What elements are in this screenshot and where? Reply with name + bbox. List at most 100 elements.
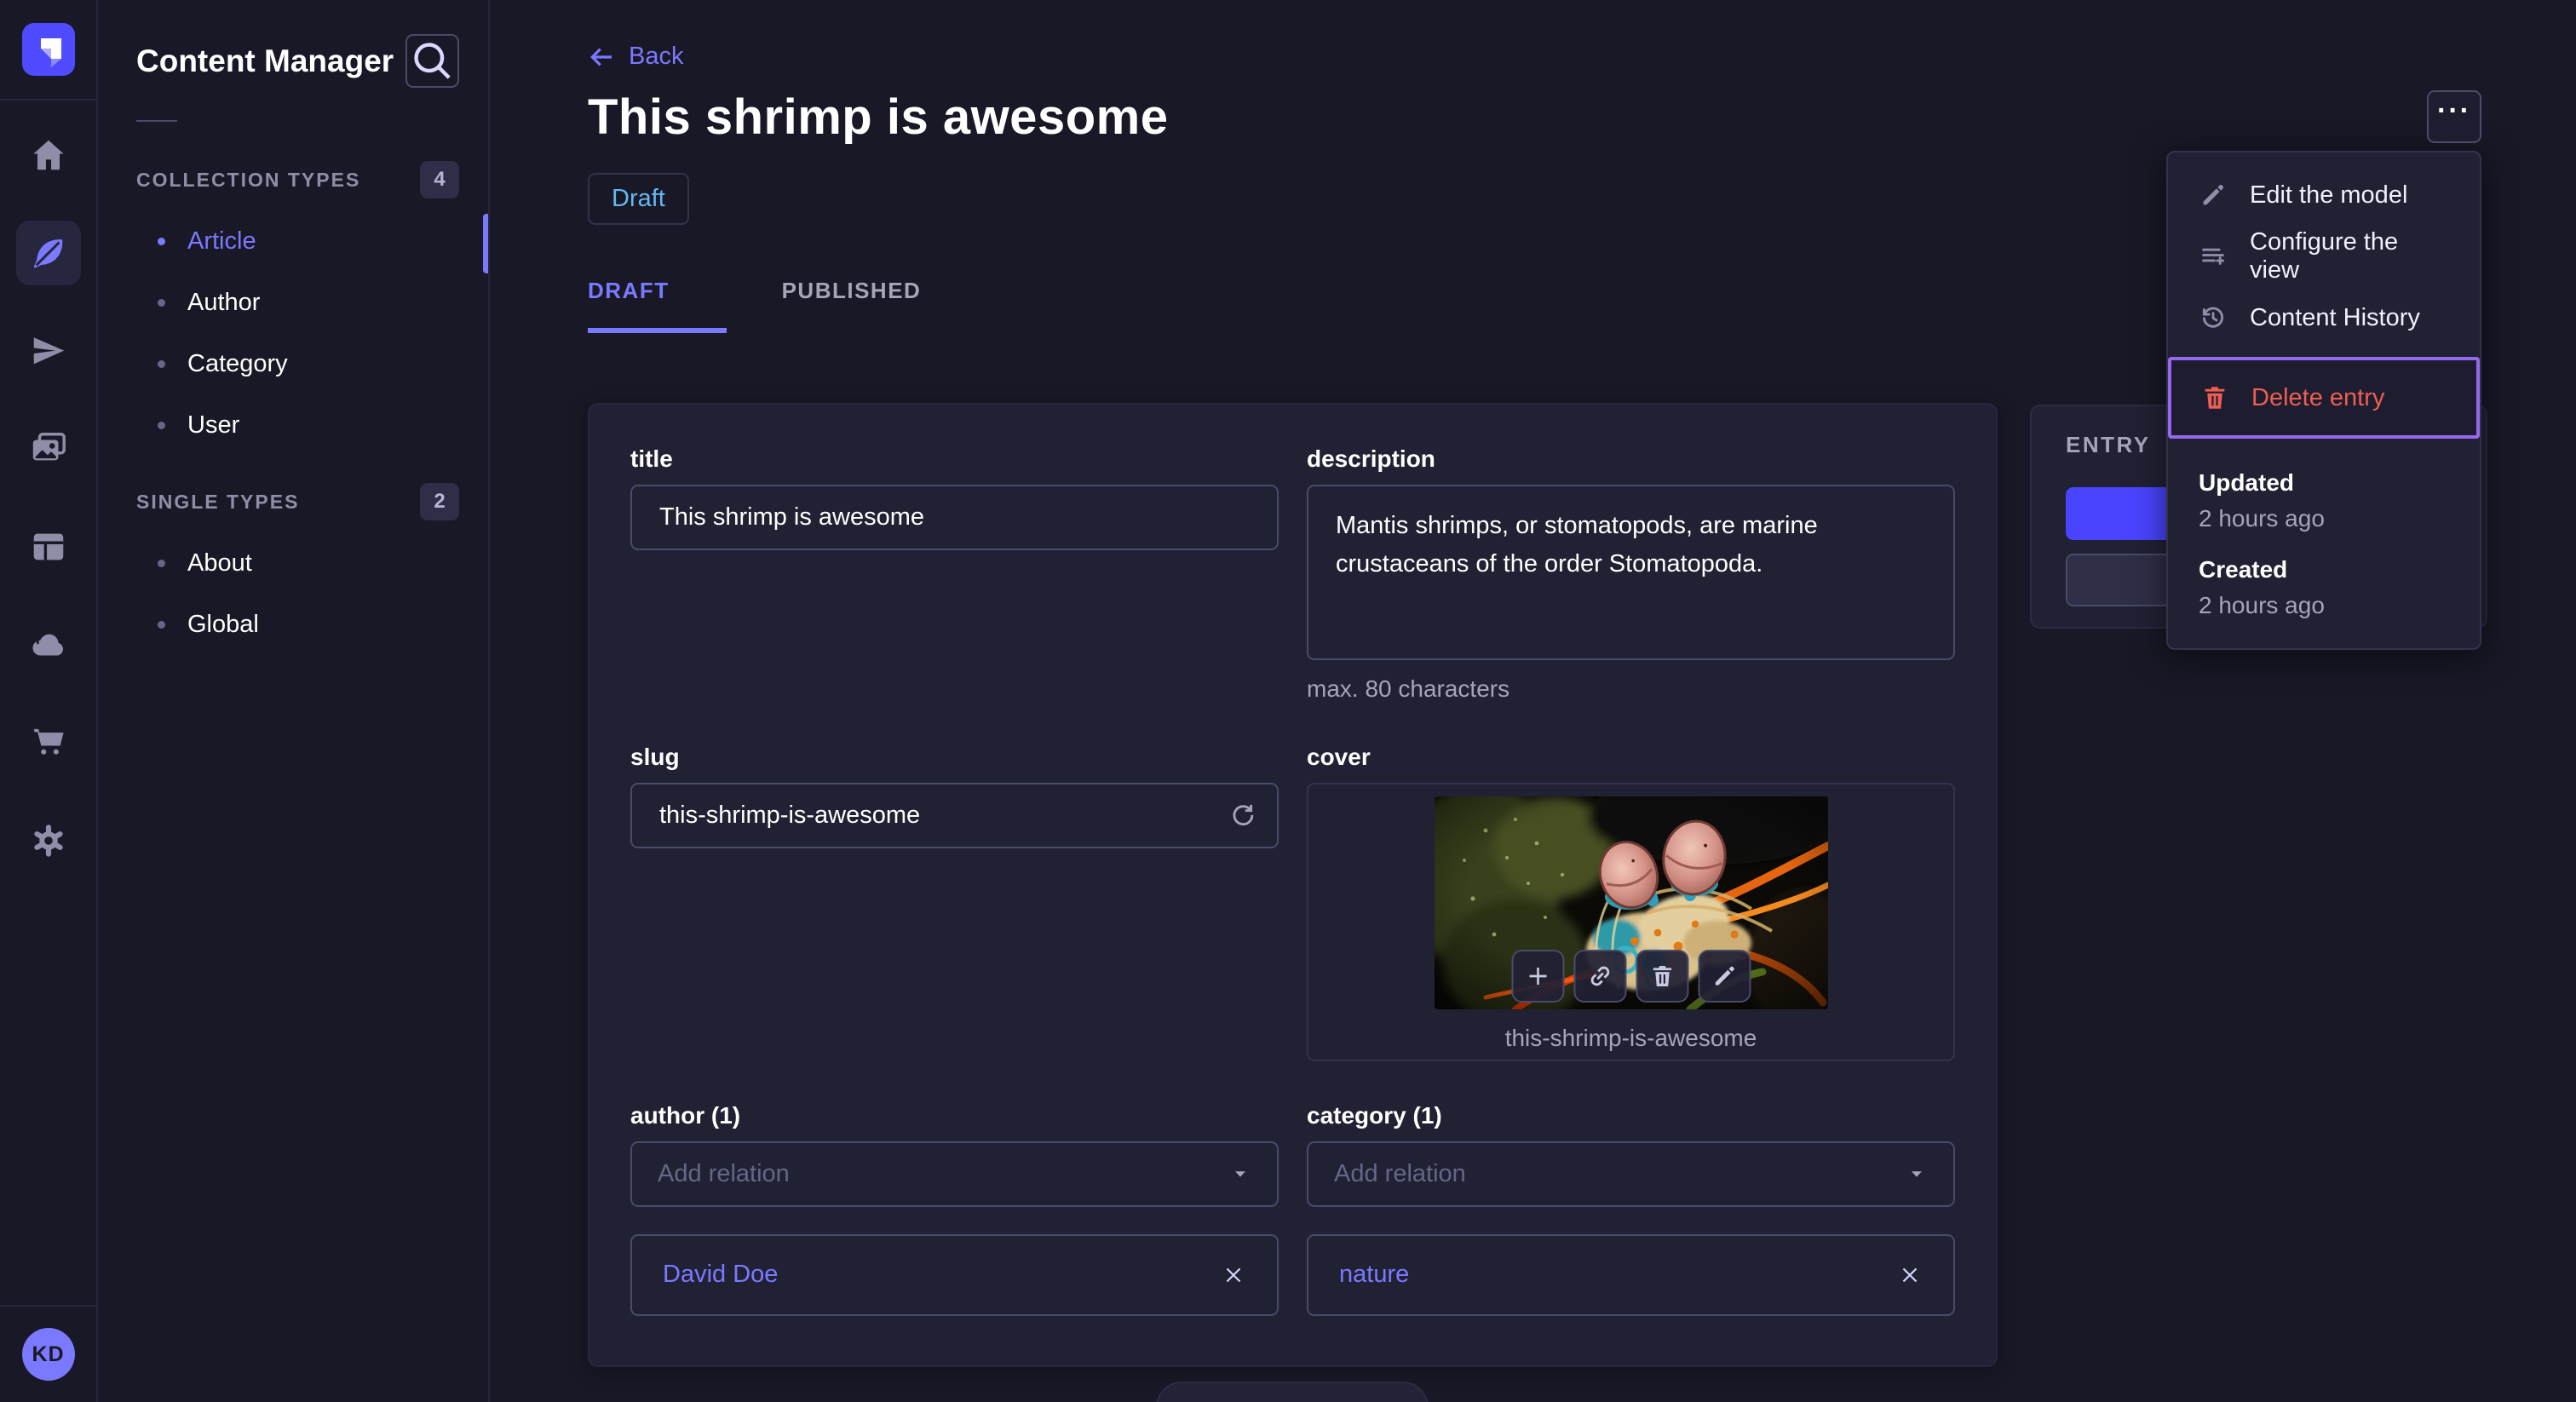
link-icon xyxy=(1590,966,1609,985)
back-label: Back xyxy=(629,43,684,70)
cover-filename: this-shrimp-is-awesome xyxy=(1504,1024,1757,1051)
subnav-title: Content Manager xyxy=(136,43,394,78)
sidebar-item-author[interactable]: Author xyxy=(136,272,459,333)
sidebar-item-category[interactable]: Category xyxy=(136,333,459,394)
pencil-icon xyxy=(1715,966,1734,985)
menu-item-label: Delete entry xyxy=(2251,383,2385,411)
bullet-icon xyxy=(158,620,165,629)
active-item-indicator xyxy=(483,214,488,273)
home-icon[interactable] xyxy=(16,123,81,187)
menu-item-label: Edit the model xyxy=(2250,181,2408,209)
meta-label-updated: Updated xyxy=(2199,469,2294,496)
sidebar-item-article[interactable]: Article xyxy=(136,210,459,272)
content-manager-subnav: Content Manager COLLECTION TYPES 4 Artic… xyxy=(98,0,490,1402)
relation-link[interactable]: nature xyxy=(1339,1261,1409,1289)
tab-published[interactable]: PUBLISHED xyxy=(782,278,922,333)
settings-gear-icon[interactable] xyxy=(16,808,81,873)
field-cover: cover this-shrimp-is-awesome xyxy=(1307,744,1955,1061)
status-badge: Draft xyxy=(588,172,689,225)
floating-action-pill[interactable] xyxy=(1156,1382,1429,1402)
field-label: title xyxy=(630,445,673,472)
delete-asset-button[interactable] xyxy=(1636,949,1688,1003)
sidebar-item-about[interactable]: About xyxy=(136,532,459,594)
remove-relation-button[interactable] xyxy=(1897,1262,1923,1288)
relation-link[interactable]: David Doe xyxy=(663,1261,778,1289)
menu-item-label: Configure the view xyxy=(2250,228,2399,284)
menu-item-configure-view[interactable]: Configure the view xyxy=(2168,226,2480,287)
plus-icon xyxy=(1529,967,1546,985)
sidebar-item-global[interactable]: Global xyxy=(136,594,459,655)
cover-image[interactable] xyxy=(1434,796,1828,1009)
trash-icon xyxy=(2205,387,2225,409)
search-button[interactable] xyxy=(405,34,459,88)
releases-icon[interactable] xyxy=(16,319,81,383)
entry-actions-menu: Edit the model Configure the view Conten… xyxy=(2166,151,2481,650)
field-slug: slug xyxy=(630,744,1279,848)
edit-asset-button[interactable] xyxy=(1698,949,1751,1003)
deploy-cloud-icon[interactable] xyxy=(16,612,81,677)
close-icon xyxy=(1902,1267,1918,1282)
chevron-down-icon xyxy=(1912,1171,1922,1177)
field-author: author (1) Add relation David Doe xyxy=(630,1102,1279,1316)
more-actions-button[interactable]: ··· xyxy=(2427,90,2481,143)
refresh-icon xyxy=(1233,804,1254,826)
section-label: COLLECTION TYPES xyxy=(136,168,361,191)
cover-card: this-shrimp-is-awesome xyxy=(1307,782,1955,1061)
select-placeholder: Add relation xyxy=(1334,1159,1466,1187)
bullet-icon xyxy=(158,559,165,567)
field-label: cover xyxy=(1307,743,1371,770)
author-relation-select[interactable]: Add relation xyxy=(630,1141,1279,1207)
app-window: KD Content Manager COLLECTION TYPES 4 Ar… xyxy=(0,0,2576,1402)
search-icon xyxy=(414,43,451,79)
select-placeholder: Add relation xyxy=(658,1159,790,1187)
main-nav-rail: KD xyxy=(0,0,98,1402)
subnav-divider xyxy=(136,120,177,122)
list-plus-icon xyxy=(2202,248,2225,265)
sidebar-item-label: About xyxy=(187,549,252,577)
field-label: slug xyxy=(630,743,680,770)
content-manager-icon[interactable] xyxy=(15,221,81,285)
sidebar-item-label: Article xyxy=(187,227,256,255)
copy-link-button[interactable] xyxy=(1573,949,1626,1003)
description-textarea[interactable]: Mantis shrimps, or stomatopods, are mari… xyxy=(1307,484,1955,660)
strapi-logo-icon[interactable] xyxy=(21,23,75,76)
sidebar-item-user[interactable]: User xyxy=(136,394,459,456)
field-label: category (1) xyxy=(1307,1101,1442,1129)
remove-relation-button[interactable] xyxy=(1221,1262,1246,1288)
entry-meta: Updated 2 hours ago Created 2 hours ago xyxy=(2168,439,2480,619)
content-type-builder-icon[interactable] xyxy=(16,514,81,579)
field-category: category (1) Add relation nature xyxy=(1307,1102,1955,1316)
sidebar-item-label: Global xyxy=(187,610,259,638)
rail-bottom: KD xyxy=(0,1305,97,1402)
section-single-types: SINGLE TYPES 2 About Global xyxy=(136,483,459,655)
trash-icon xyxy=(1653,965,1671,986)
rail-items xyxy=(15,123,81,873)
menu-item-edit-model[interactable]: Edit the model xyxy=(2168,164,2480,226)
section-collection-types: COLLECTION TYPES 4 Article Author Catego… xyxy=(136,161,459,456)
slug-input[interactable] xyxy=(630,782,1279,848)
pencil-icon xyxy=(2203,185,2223,205)
menu-item-delete-entry[interactable]: Delete entry xyxy=(2168,357,2480,439)
add-asset-button[interactable] xyxy=(1511,949,1564,1003)
sidebar-item-label: Author xyxy=(187,288,261,316)
regenerate-slug-button[interactable] xyxy=(1228,800,1256,831)
marketplace-cart-icon[interactable] xyxy=(16,710,81,775)
field-hint: max. 80 characters xyxy=(1307,675,1510,702)
bullet-icon xyxy=(158,359,165,368)
menu-item-label: Content History xyxy=(2250,303,2420,331)
bullet-icon xyxy=(158,421,165,429)
meta-label-created: Created xyxy=(2199,556,2288,583)
logo-area xyxy=(0,0,97,101)
bullet-icon xyxy=(158,298,165,307)
media-library-icon[interactable] xyxy=(16,417,81,481)
back-link[interactable]: Back xyxy=(588,43,683,71)
tab-draft[interactable]: DRAFT xyxy=(588,278,727,333)
field-label: author (1) xyxy=(630,1101,741,1129)
history-icon xyxy=(2202,307,2223,328)
section-count-badge: 4 xyxy=(420,161,459,198)
menu-item-content-history[interactable]: Content History xyxy=(2168,287,2480,348)
close-icon xyxy=(1226,1267,1241,1282)
user-avatar[interactable]: KD xyxy=(21,1328,75,1381)
category-relation-select[interactable]: Add relation xyxy=(1307,1141,1955,1207)
title-input[interactable] xyxy=(630,484,1279,550)
